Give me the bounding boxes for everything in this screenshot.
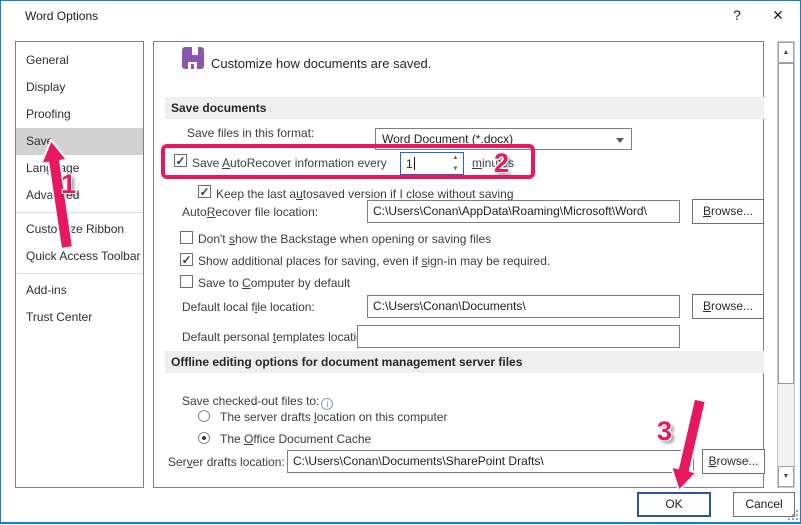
autorecover-browse-button[interactable]: Browse...: [692, 199, 764, 224]
additional-places-checkbox[interactable]: ✓: [180, 253, 193, 266]
server-drafts-location-field[interactable]: C:\Users\Conan\Documents\SharePoint Draf…: [287, 450, 694, 473]
window-title: Word Options: [25, 9, 98, 23]
text-caret: [414, 157, 415, 170]
sidebar-item-quick-access-toolbar[interactable]: Quick Access Toolbar: [16, 243, 143, 270]
section-header-offline-editing: Offline editing options for document man…: [165, 351, 764, 373]
office-document-cache-radio-label: The Office Document Cache: [220, 432, 371, 446]
section-header-save-documents: Save documents: [165, 97, 764, 119]
info-icon: i: [321, 398, 333, 410]
server-drafts-radio-label: The server drafts location on this compu…: [220, 410, 447, 424]
default-templates-field[interactable]: [357, 325, 680, 348]
sidebar-item-display[interactable]: Display: [16, 74, 143, 101]
sidebar: General Display Proofing Save Language A…: [15, 41, 144, 488]
sidebar-item-proofing[interactable]: Proofing: [16, 101, 143, 128]
sidebar-item-add-ins[interactable]: Add-ins: [16, 277, 143, 304]
backstage-checkbox[interactable]: [180, 231, 193, 244]
sidebar-item-trust-center[interactable]: Trust Center: [16, 304, 143, 331]
sidebar-separator: [16, 212, 143, 213]
default-local-label: Default local file location:: [182, 300, 315, 314]
spin-up-icon[interactable]: ▲: [448, 153, 463, 164]
page-title: Customize how documents are saved.: [211, 56, 431, 71]
check-icon: ✓: [181, 254, 192, 266]
default-local-browse-button[interactable]: Browse...: [692, 294, 764, 319]
server-drafts-radio[interactable]: [198, 410, 210, 422]
check-icon: ✓: [175, 155, 186, 167]
sidebar-item-save[interactable]: Save: [16, 128, 143, 155]
spin-down-icon[interactable]: ▼: [448, 164, 463, 175]
resize-grip[interactable]: [787, 509, 799, 521]
office-document-cache-radio[interactable]: [198, 432, 210, 444]
word-options-dialog: { "window": { "title": "Word Options" },…: [0, 0, 801, 524]
close-icon[interactable]: ✕: [763, 4, 793, 26]
sidebar-item-language[interactable]: Language: [16, 155, 143, 182]
save-to-computer-label: Save to Computer by default: [198, 276, 350, 290]
autorecover-location-field[interactable]: C:\Users\Conan\AppData\Roaming\Microsoft…: [367, 200, 680, 223]
help-icon[interactable]: ?: [723, 4, 751, 26]
scrollbar-thumb[interactable]: [778, 63, 794, 384]
sidebar-separator: [16, 273, 143, 274]
server-drafts-location-label: Server drafts location:: [168, 455, 285, 469]
minutes-label: minutes: [472, 156, 514, 170]
format-label: Save files in this format:: [187, 126, 314, 140]
main-panel: Customize how documents are saved. Save …: [153, 41, 764, 488]
save-checked-out-label: Save checked-out files to:i: [182, 394, 333, 410]
autorecover-location-label: AutoRecover file location:: [182, 205, 318, 219]
save-floppy-icon: [182, 47, 204, 69]
sidebar-item-general[interactable]: General: [16, 47, 143, 74]
cancel-button[interactable]: Cancel: [733, 492, 795, 517]
format-dropdown-value: Word Document (*.docx): [382, 132, 513, 146]
additional-places-label: Show additional places for saving, even …: [198, 254, 550, 268]
vertical-scrollbar[interactable]: ▲ ▼: [777, 41, 795, 488]
autorecover-label: Save AutoRecover information every: [192, 156, 387, 170]
autorecover-minutes-stepper[interactable]: 1 ▲ ▼: [400, 152, 464, 175]
autorecover-checkbox[interactable]: ✓: [174, 154, 187, 167]
server-drafts-browse-button[interactable]: Browse...: [702, 449, 765, 474]
default-local-field[interactable]: C:\Users\Conan\Documents\: [367, 295, 680, 318]
save-to-computer-checkbox[interactable]: [180, 275, 193, 288]
scroll-up-icon[interactable]: ▲: [778, 42, 794, 63]
sidebar-item-customize-ribbon[interactable]: Customize Ribbon: [16, 216, 143, 243]
minutes-value: 1: [401, 157, 413, 171]
chevron-down-icon: [616, 138, 624, 143]
format-dropdown[interactable]: Word Document (*.docx): [375, 128, 632, 150]
keep-last-autosaved-label: Keep the last autosaved version if I clo…: [216, 187, 514, 201]
backstage-label: Don't show the Backstage when opening or…: [198, 232, 491, 246]
ok-button[interactable]: OK: [637, 492, 711, 517]
sidebar-item-advanced[interactable]: Advanced: [16, 182, 143, 209]
keep-last-autosaved-checkbox[interactable]: ✓: [198, 185, 211, 198]
default-templates-label: Default personal templates location:: [182, 330, 373, 344]
check-icon: ✓: [199, 186, 210, 198]
scroll-down-icon[interactable]: ▼: [778, 466, 794, 487]
